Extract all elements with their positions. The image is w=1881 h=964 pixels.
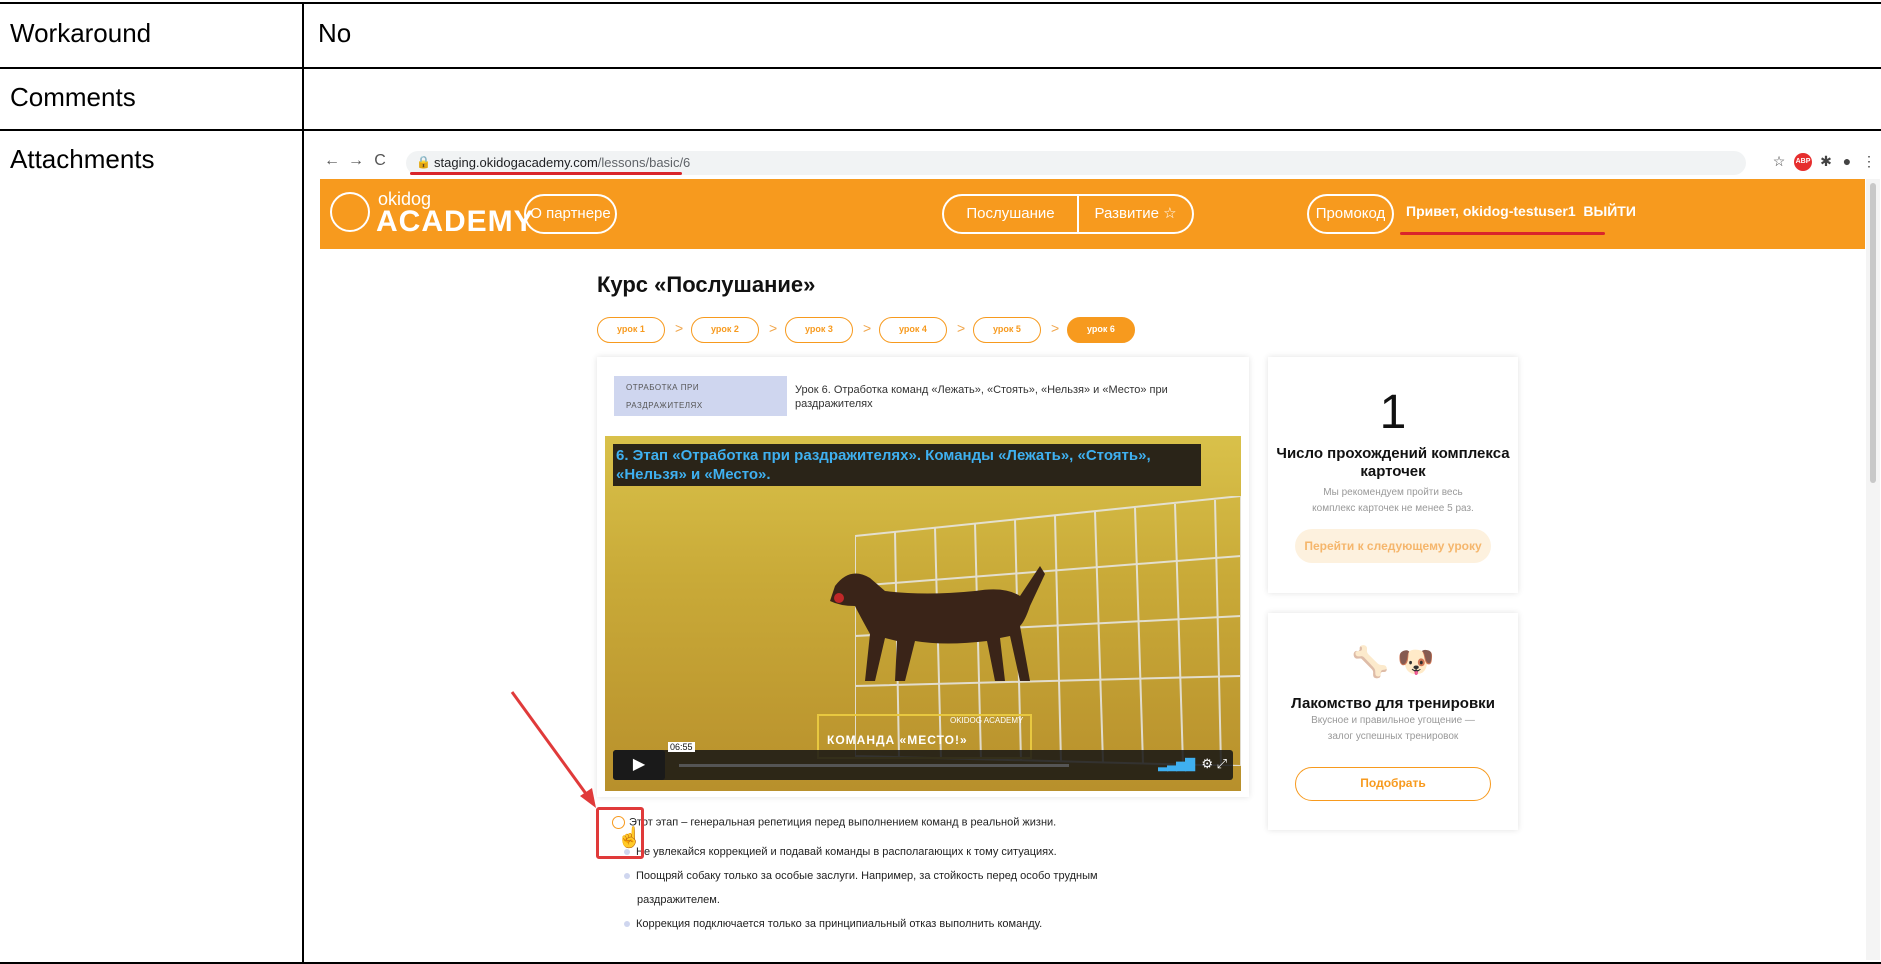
card-subtitle: Вкусное и правильное угощение — залог ус… <box>1311 715 1475 742</box>
lesson-card: ОТРАБОТКА ПРИ РАЗДРАЖИТЕЛЯХ Урок 6. Отра… <box>597 357 1249 797</box>
lesson-pill[interactable]: урок 3 <box>785 317 853 343</box>
profile-icon[interactable]: ● <box>1838 153 1856 171</box>
list-item: Поощряй собаку только за особые заслуги.… <box>624 870 1098 882</box>
course-nav: Послушание Развитие ☆ <box>942 194 1194 234</box>
lesson-description: Урок 6. Отработка команд «Лежать», «Стоя… <box>795 384 1168 410</box>
pick-treat-button[interactable]: Подобрать <box>1295 767 1491 801</box>
red-annotation-underline <box>1400 232 1605 235</box>
lesson-pill-active[interactable]: урок 6 <box>1067 317 1135 343</box>
card-title: Число прохождений комплекса карточек <box>1276 445 1510 480</box>
hand-cursor-icon: ☝ <box>617 827 642 849</box>
lesson-tag: ОТРАБОТКА ПРИ РАЗДРАЖИТЕЛЯХ <box>614 376 787 416</box>
progress-track[interactable] <box>679 764 1069 767</box>
red-annotation-arrow <box>510 691 596 808</box>
lesson-pill[interactable]: урок 2 <box>691 317 759 343</box>
abp-icon[interactable]: ABP <box>1794 153 1812 171</box>
card-subtitle: Мы рекомендуем пройти весь комплекс карт… <box>1312 487 1474 514</box>
menu-icon[interactable]: ⋮ <box>1860 153 1878 171</box>
dog-logo-icon <box>330 192 370 232</box>
course-title: Курс «Послушание» <box>597 272 816 297</box>
list-item: Коррекция подключается только за принцип… <box>624 918 1042 930</box>
fullscreen-icon[interactable]: ⤢ <box>1217 756 1227 771</box>
reload-icon[interactable]: C <box>370 152 390 170</box>
row-workaround: Workaround No <box>0 2 1881 67</box>
row-comments: Comments <box>0 67 1881 129</box>
promo-button[interactable]: Промокод <box>1307 194 1394 234</box>
browser-toolbar: ← → C 🔒 staging.okidogacademy.com/lesson… <box>320 147 1880 179</box>
scrollbar-thumb[interactable] <box>1870 183 1876 483</box>
video-title: 6. Этап «Отработка при раздражителях». К… <box>613 444 1201 486</box>
treat-card: 🦴 🐶 Лакомство для тренировки Вкусное и п… <box>1268 613 1518 830</box>
nav-development[interactable]: Развитие ☆ <box>1079 196 1192 232</box>
back-icon[interactable]: ← <box>322 152 342 170</box>
row-label: Comments <box>10 82 136 112</box>
puzzle-icon[interactable]: ✱ <box>1817 153 1835 171</box>
list-item: раздражителем. <box>637 894 720 906</box>
video-time: 06:55 <box>668 742 695 752</box>
row-label: Attachments <box>10 144 155 174</box>
lock-icon: 🔒 <box>416 155 431 169</box>
volume-icon[interactable]: ▂▃▅▇ <box>1158 756 1195 771</box>
video-player[interactable]: 6. Этап «Отработка при раздражителях». К… <box>605 436 1241 791</box>
video-brand: OKIDOG ACADEMY <box>950 716 1024 725</box>
completion-count: 1 <box>1379 386 1407 439</box>
lesson-pill[interactable]: урок 5 <box>973 317 1041 343</box>
red-annotation-underline <box>410 172 682 175</box>
chevron-right-icon: > <box>863 320 872 336</box>
site-header: okidog ACADEMY О партнере Послушание Раз… <box>320 179 1865 249</box>
chevron-right-icon: > <box>769 320 778 336</box>
chevron-right-icon: > <box>675 320 684 336</box>
lesson-pill[interactable]: урок 1 <box>597 317 665 343</box>
row-label: Workaround <box>10 18 152 48</box>
chevron-right-icon: > <box>957 320 966 336</box>
forward-icon[interactable]: → <box>346 152 366 170</box>
video-controls: ▶ 06:55 ▂▃▅▇ ⚙ ⤢ <box>613 742 1233 780</box>
okidog-academy-logo[interactable]: okidog ACADEMY <box>330 189 534 239</box>
star-icon[interactable]: ☆ <box>1770 153 1788 171</box>
url-text: staging.okidogacademy.com/lessons/basic/… <box>434 155 691 170</box>
lesson-pill[interactable]: урок 4 <box>879 317 947 343</box>
chevron-right-icon: > <box>1051 320 1060 336</box>
video-ctrl-icons: ▂▃▅▇ ⚙ ⤢ <box>1158 756 1227 772</box>
card-title: Лакомство для тренировки <box>1291 695 1495 712</box>
dog-image <box>830 566 1045 681</box>
logout-link[interactable]: ВЫЙТИ <box>1583 203 1636 219</box>
progress-card: 1 Число прохождений комплекса карточек М… <box>1268 357 1518 593</box>
bone-dog-icon: 🦴 🐶 <box>1351 646 1435 679</box>
nav-obedience[interactable]: Послушание <box>944 196 1077 232</box>
video-caption: КОМАНДА «МЕСТО!» <box>827 733 968 747</box>
logo-academy-text: ACADEMY <box>376 205 535 238</box>
list-item: Не увлекайся коррекцией и подавай команд… <box>624 846 1057 858</box>
partner-button[interactable]: О партнере <box>524 194 617 234</box>
list-item: Этот этап – генеральная репетиция перед … <box>612 816 1056 829</box>
settings-icon[interactable]: ⚙ <box>1201 756 1213 771</box>
page-scrollbar[interactable] <box>1866 179 1880 960</box>
next-lesson-button[interactable]: Перейти к следующему уроку <box>1295 529 1491 563</box>
row-value: No <box>318 18 352 48</box>
play-icon[interactable]: ▶ <box>613 750 665 780</box>
user-greeting: Привет, okidog-testuser1 ВЫЙТИ <box>1406 203 1636 219</box>
